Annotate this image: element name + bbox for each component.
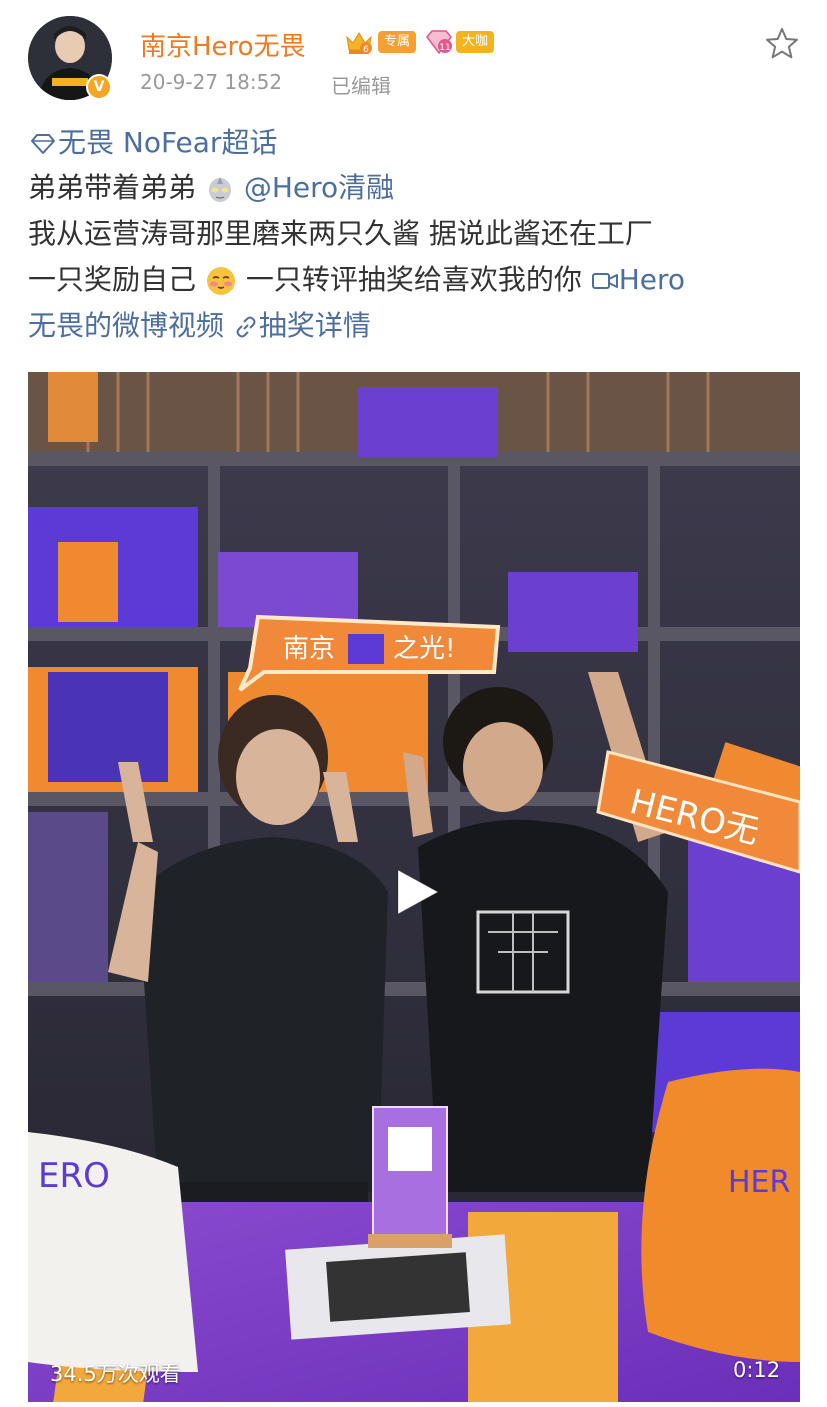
video-link-continued[interactable]: 无畏的微博视频: [28, 309, 224, 342]
lottery-link[interactable]: 抽奖详情: [233, 309, 371, 342]
username[interactable]: 南京Hero无畏: [140, 26, 306, 63]
link-icon: [236, 316, 256, 338]
bigshot-badge[interactable]: 大咖: [456, 31, 495, 53]
svg-text:南京: 南京: [283, 634, 335, 664]
video-icon: [591, 273, 618, 289]
weibo-post-card: V 南京Hero无畏 6 专属 11 大咖 20-9-27 18:52 已编辑 …: [0, 0, 827, 1407]
post-text: 一只奖励自己: [28, 263, 197, 296]
post-text-line-3: 我从运营涛哥那里磨来两只久酱 据说此酱还在工厂: [28, 217, 653, 250]
svg-text:之光!: 之光!: [393, 634, 455, 664]
post-text-line-5: 无畏的微博视频 抽奖详情: [28, 306, 371, 346]
mention-link[interactable]: @Hero清融: [244, 171, 394, 204]
post-text: 一只转评抽奖给喜欢我的你: [245, 263, 591, 296]
svg-text:6: 6: [363, 45, 369, 55]
video-link-label: Hero: [618, 263, 686, 296]
diamond-icon[interactable]: 11: [423, 28, 455, 56]
exclusive-badge[interactable]: 专属: [378, 31, 417, 53]
play-icon[interactable]: [386, 862, 446, 922]
super-topic-link[interactable]: 无畏 NoFear超话: [28, 123, 277, 163]
svg-text:11: 11: [439, 43, 450, 53]
ultraman-emoji: [208, 177, 231, 202]
svg-text:HER: HER: [728, 1165, 790, 1200]
blush-emoji: [206, 267, 235, 295]
lottery-link-label: 抽奖详情: [258, 309, 371, 342]
post-text-line-2: 弟弟带着弟弟 @Hero清融: [28, 168, 394, 208]
svg-text:ERO: ERO: [38, 1156, 110, 1196]
crown-icon[interactable]: 6: [344, 28, 374, 56]
super-topic-icon: [31, 134, 55, 154]
post-text: 弟弟带着弟弟: [28, 171, 197, 204]
video-link[interactable]: Hero: [591, 263, 685, 296]
edited-label[interactable]: 已编辑: [331, 70, 391, 99]
post-text-line-4: 一只奖励自己 一只转评抽奖给喜欢我的你 Hero: [28, 260, 685, 300]
verified-icon: V: [86, 74, 112, 100]
star-icon[interactable]: [764, 26, 800, 62]
video-duration: 0:12: [733, 1358, 781, 1382]
post-timestamp: 20-9-27 18:52: [140, 70, 283, 94]
super-topic-label: 无畏 NoFear超话: [58, 126, 278, 159]
view-count: 34.5万次观看: [50, 1362, 181, 1386]
